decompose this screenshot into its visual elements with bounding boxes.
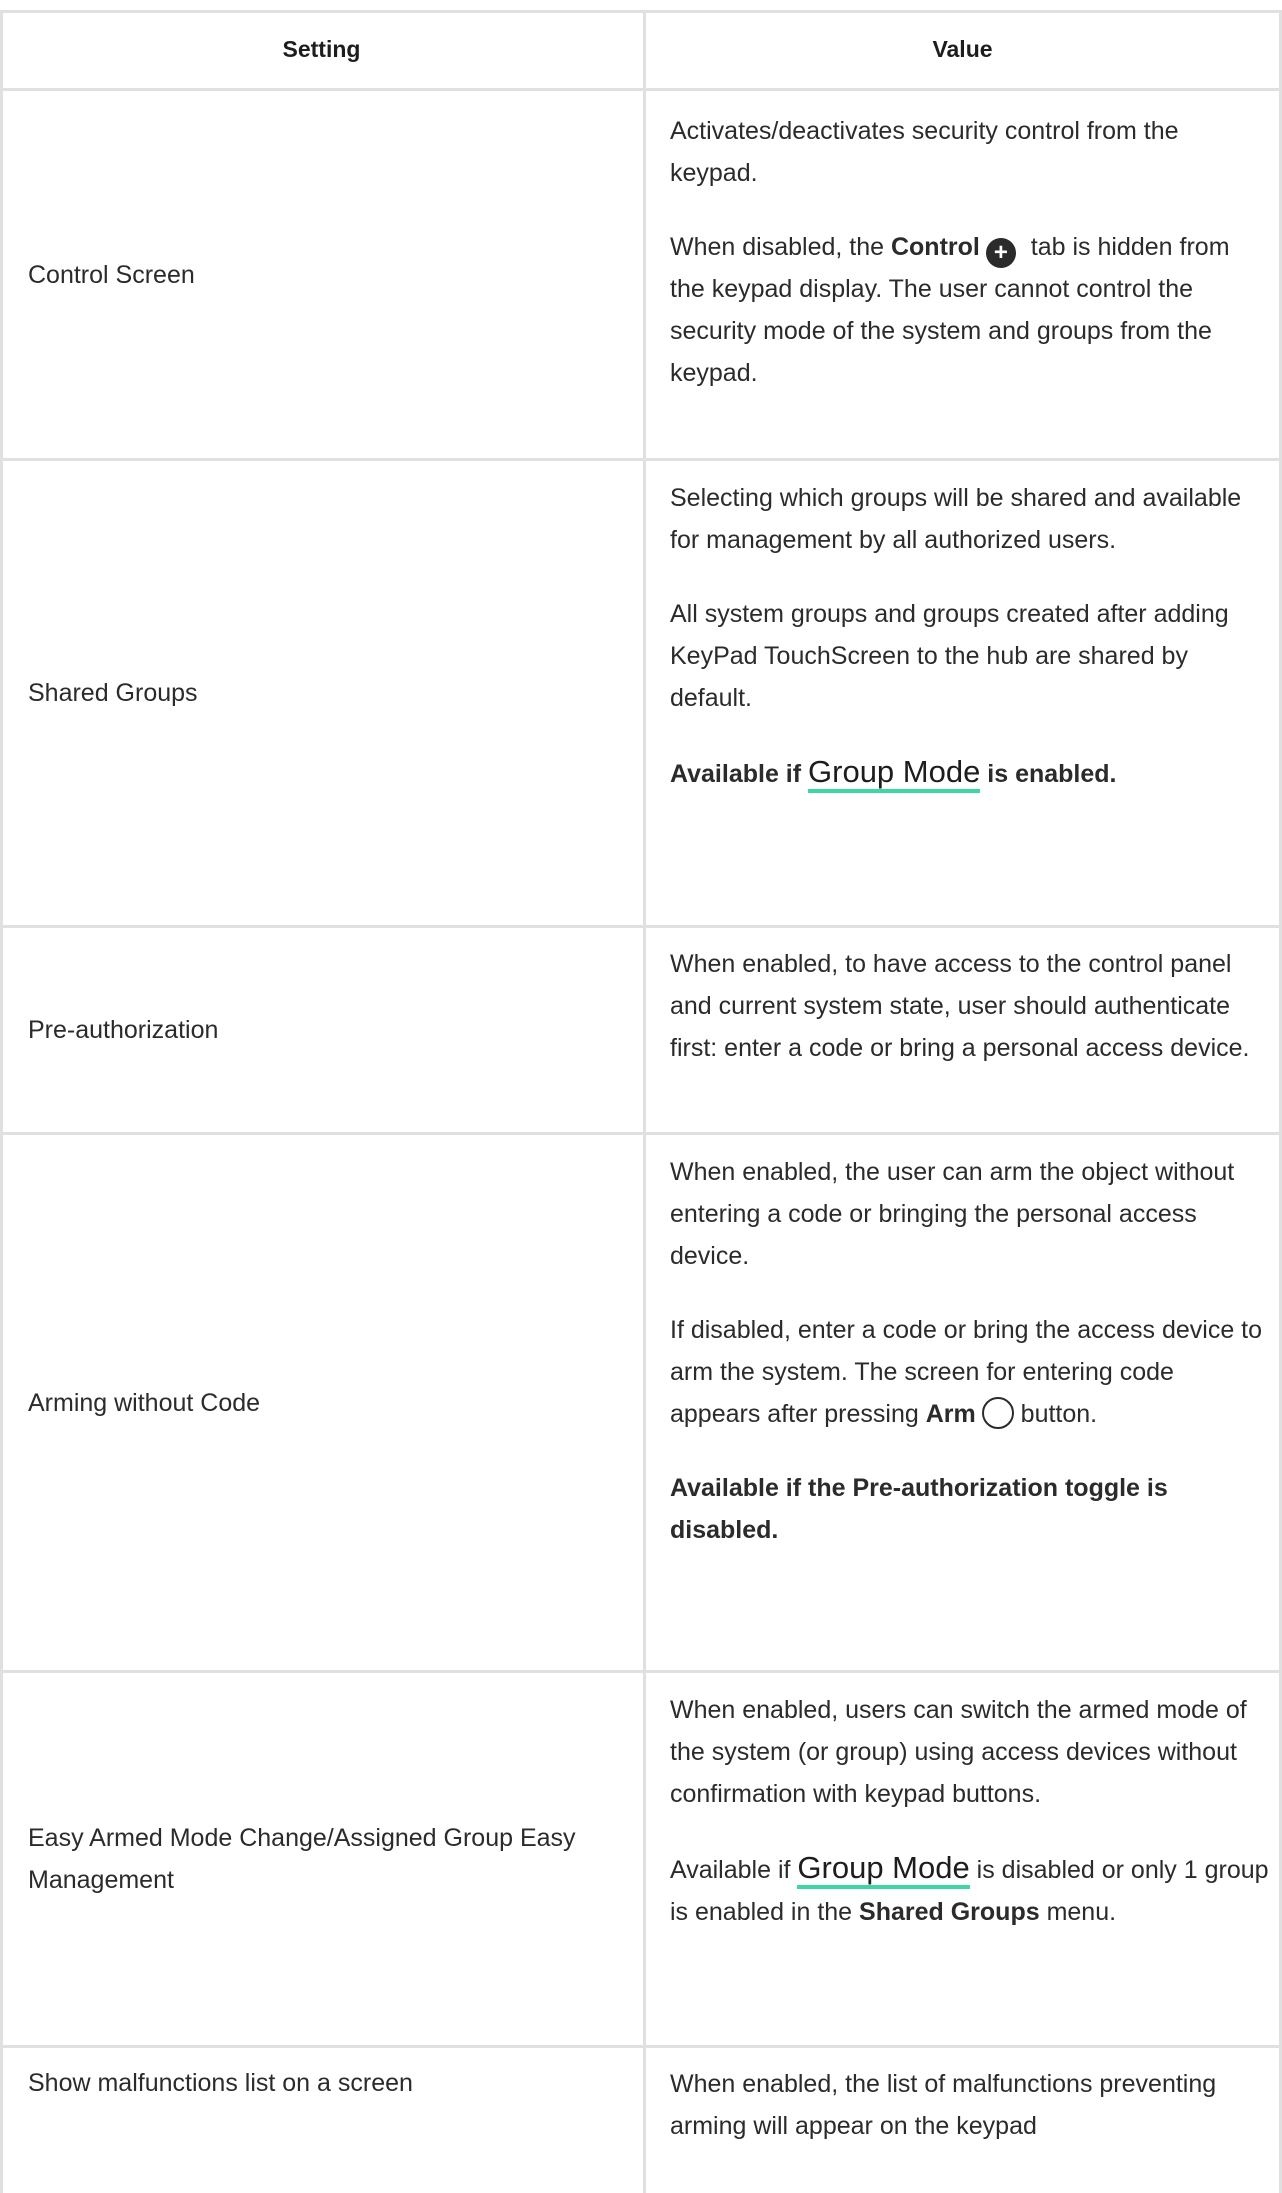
table-row-setting: Show malfunctions list on a screen — [28, 2048, 638, 2152]
group-mode-link[interactable]: Group Mode — [808, 754, 981, 793]
table-left-border — [0, 10, 3, 2193]
table-row-value: Selecting which groups will be shared an… — [670, 477, 1270, 795]
table-row-value: When enabled, the list of malfunctions p… — [670, 2063, 1270, 2147]
value-text: Activates/deactivates security control f… — [670, 117, 1179, 187]
setting-label: Arming without Code — [28, 1388, 261, 1417]
table-row-setting: Arming without Code — [28, 1135, 638, 1670]
circle-outline-icon — [981, 1397, 1014, 1429]
value-text: Available if Group Mode is enabled. — [670, 751, 1270, 795]
value-text: When disabled, the Control + tab is hidde… — [670, 233, 1230, 387]
table-row-value: When enabled, the user can arm the objec… — [670, 1151, 1270, 1551]
table-row-value: Activates/deactivates security control f… — [670, 110, 1270, 394]
table-row-setting: Pre-authorization — [28, 928, 638, 1132]
value-text: Available if Group Mode is disabled or o… — [670, 1850, 1269, 1926]
column-divider — [643, 10, 646, 2193]
setting-label: Easy Armed Mode Change/Assigned Group Ea… — [28, 1824, 576, 1894]
value-text: When enabled, the list of malfunctions p… — [670, 2070, 1217, 2140]
value-text: When enabled, users can switch the armed… — [670, 1696, 1247, 1808]
setting-label: Shared Groups — [28, 679, 198, 707]
value-text: Available if the Pre-authorization toggl… — [670, 1474, 1168, 1544]
value-text: When enabled, to have access to the cont… — [670, 950, 1250, 1062]
plus-circle-icon: + — [985, 238, 1016, 268]
table-row-value: When enabled, users can switch the armed… — [670, 1689, 1270, 1933]
setting-label: Show malfunctions list on a screen — [28, 2069, 413, 2097]
table-row-setting: Easy Armed Mode Change/Assigned Group Ea… — [28, 1673, 618, 2045]
value-text: Selecting which groups will be shared an… — [670, 484, 1242, 554]
value-text: If disabled, enter a code or bring the a… — [670, 1316, 1263, 1429]
setting-label: Pre-authorization — [28, 1016, 219, 1044]
value-text: When enabled, the user can arm the objec… — [670, 1158, 1235, 1270]
header-value: Value — [932, 35, 993, 62]
table-row-value: When enabled, to have access to the cont… — [670, 943, 1270, 1069]
group-mode-link[interactable]: Group Mode — [797, 1850, 970, 1889]
table-row-setting: Shared Groups — [28, 461, 638, 925]
header-setting: Setting — [282, 35, 361, 62]
value-text: All system groups and groups created aft… — [670, 600, 1229, 712]
setting-label: Control Screen — [28, 260, 195, 289]
table-row-setting: Control Screen — [28, 91, 638, 458]
